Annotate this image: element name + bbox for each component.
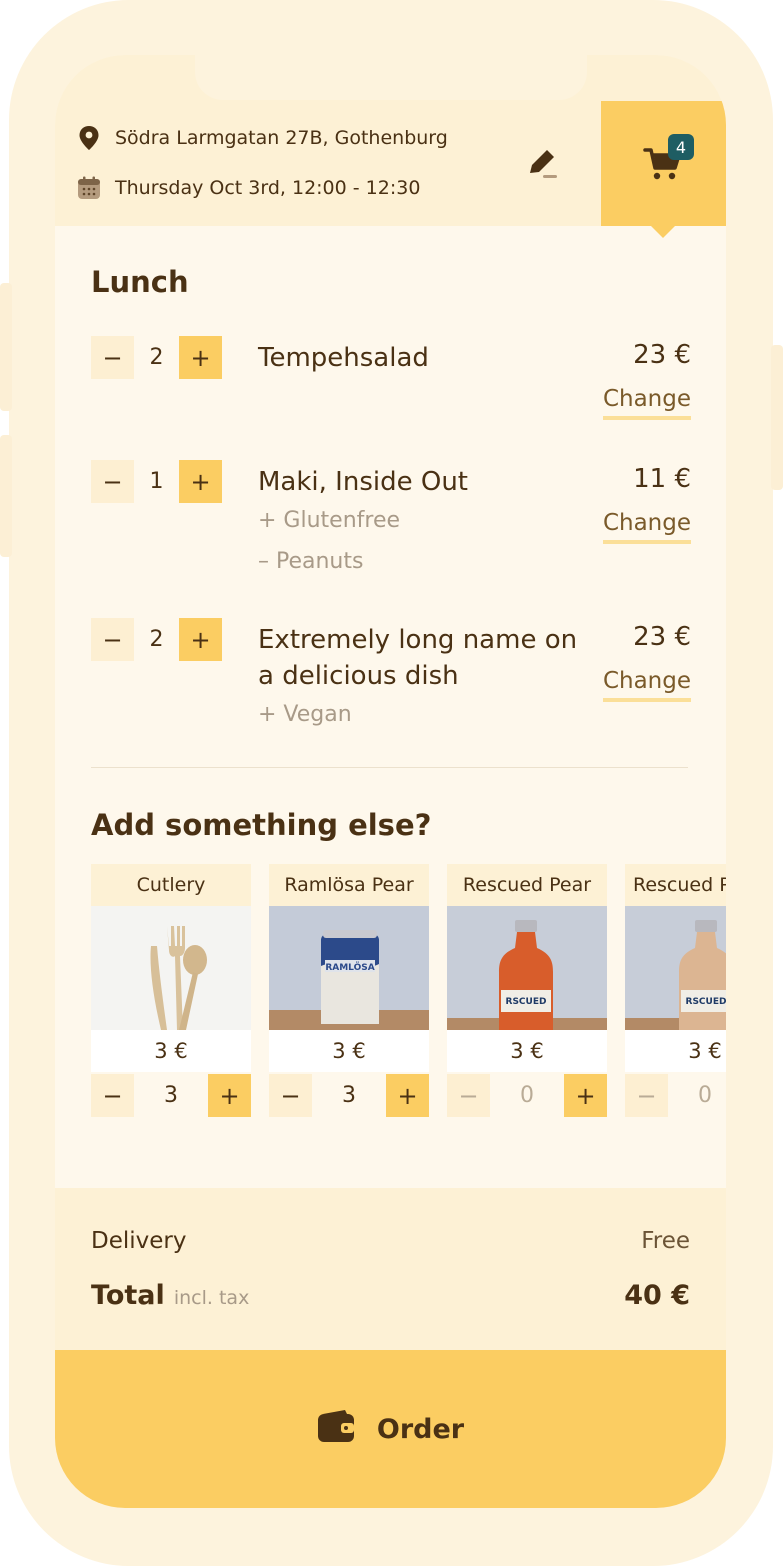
delivery-value: Free [641,1228,690,1254]
quantity-value: 0 [520,1083,534,1108]
quantity-stepper: − 0 + [447,1074,607,1117]
addon-name: Ramlösa Pear [269,864,429,906]
decrease-button[interactable]: − [91,618,134,661]
section-title-lunch: Lunch [91,265,189,299]
total-row: Total incl. tax 40 € [91,1280,690,1311]
quantity-stepper: − 3 + [269,1074,429,1117]
total-label: Total [91,1280,165,1311]
addon-card[interactable]: Rescued Pear RSCUED 3 € − 0 + [625,864,726,1117]
cutlery-image [91,906,251,1030]
order-button[interactable]: Order [55,1350,726,1508]
item-modifier: – Peanuts [258,549,364,574]
addon-price: 3 € [447,1030,607,1072]
wallet-icon [317,1410,355,1448]
increase-button[interactable]: + [564,1074,607,1117]
delivery-label: Delivery [91,1228,187,1254]
quantity-stepper: − 0 + [625,1074,726,1117]
decrease-button[interactable]: − [91,460,134,503]
item-name: Extremely long name on a delicious dish … [258,622,588,735]
address-text: Södra Larmgatan 27B, Gothenburg [115,127,448,149]
addon-card[interactable]: Cutlery 3 € − 3 + [91,864,251,1117]
quantity-value: 1 [149,469,164,494]
cart-count-badge: 4 [668,134,694,160]
delivery-row: Delivery Free [91,1228,690,1254]
quantity-stepper: − 1 + [91,460,222,503]
decrease-button[interactable]: − [91,336,134,379]
decrease-button[interactable]: − [447,1074,490,1117]
svg-text:RSCUED: RSCUED [506,997,547,1007]
delivery-address[interactable]: Södra Larmgatan 27B, Gothenburg [77,126,448,150]
change-link[interactable]: Change [602,386,691,420]
increase-button[interactable]: + [179,336,222,379]
item-modifier: + Vegan [258,702,352,727]
addon-name: Rescued Pear [625,864,726,906]
order-button-label: Order [376,1413,465,1445]
decrease-button[interactable]: − [269,1074,312,1117]
change-link[interactable]: Change [602,510,691,544]
phone-notch [195,55,587,100]
location-pin-icon [77,126,101,150]
cart-pointer [651,226,675,238]
rescued-bottle-image: RSCUED [447,906,607,1030]
cart-button[interactable]: 4 [601,101,726,226]
addon-carousel[interactable]: Cutlery 3 € − 3 + Ramlösa Pear RAMLÖSA 3… [91,864,726,1124]
item-price: 23 € [633,340,691,370]
divider [91,767,688,768]
item-price: 23 € [633,622,691,652]
item-name-text: Maki, Inside Out [258,467,468,497]
item-name: Tempehsalad [258,343,429,373]
addon-name: Cutlery [91,864,251,906]
quantity-value: 0 [698,1083,712,1108]
addon-card[interactable]: Ramlösa Pear RAMLÖSA 3 € − 3 + [269,864,429,1117]
calendar-icon [77,176,101,200]
side-button [0,435,12,557]
total-note: incl. tax [173,1287,250,1309]
quantity-value: 3 [164,1083,178,1108]
side-button [0,283,12,411]
addon-price: 3 € [625,1030,726,1072]
order-summary: Delivery Free Total incl. tax 40 € [55,1188,726,1350]
edit-pencil-icon [523,150,563,187]
quantity-value: 2 [149,627,164,652]
increase-button[interactable]: + [179,618,222,661]
item-modifier: + Glutenfree [258,508,401,533]
edit-delivery-button[interactable] [523,143,563,183]
total-value: 40 € [624,1280,690,1311]
app-screen: Södra Larmgatan 27B, Gothenburg Thursday… [55,55,726,1508]
increase-button[interactable]: + [179,460,222,503]
svg-text:RSCUED: RSCUED [686,997,726,1007]
increase-button[interactable]: + [386,1074,429,1117]
ramlosa-can-image: RAMLÖSA [269,906,429,1030]
side-button [771,345,783,490]
addon-price: 3 € [269,1030,429,1072]
addon-name: Rescued Pear [447,864,607,906]
quantity-stepper: − 3 + [91,1074,251,1117]
quantity-stepper: − 2 + [91,336,222,379]
item-price: 11 € [633,464,691,494]
svg-text:RAMLÖSA: RAMLÖSA [325,962,374,973]
quantity-stepper: − 2 + [91,618,222,661]
addon-price: 3 € [91,1030,251,1072]
item-name-text: Extremely long name on a delicious dish [258,625,578,691]
decrease-button[interactable]: − [625,1074,668,1117]
section-title-addons: Add something else? [91,808,432,842]
quantity-value: 3 [342,1083,356,1108]
delivery-time[interactable]: Thursday Oct 3rd, 12:00 - 12:30 [77,176,420,200]
addon-card[interactable]: Rescued Pear RSCUED 3 € − 0 + [447,864,607,1117]
item-name: Maki, Inside Out + Glutenfree – Peanuts [258,464,588,582]
increase-button[interactable]: + [208,1074,251,1117]
datetime-text: Thursday Oct 3rd, 12:00 - 12:30 [115,177,421,199]
change-link[interactable]: Change [602,668,691,702]
decrease-button[interactable]: − [91,1074,134,1117]
quantity-value: 2 [149,345,164,370]
rescued-bottle-image: RSCUED [625,906,726,1030]
